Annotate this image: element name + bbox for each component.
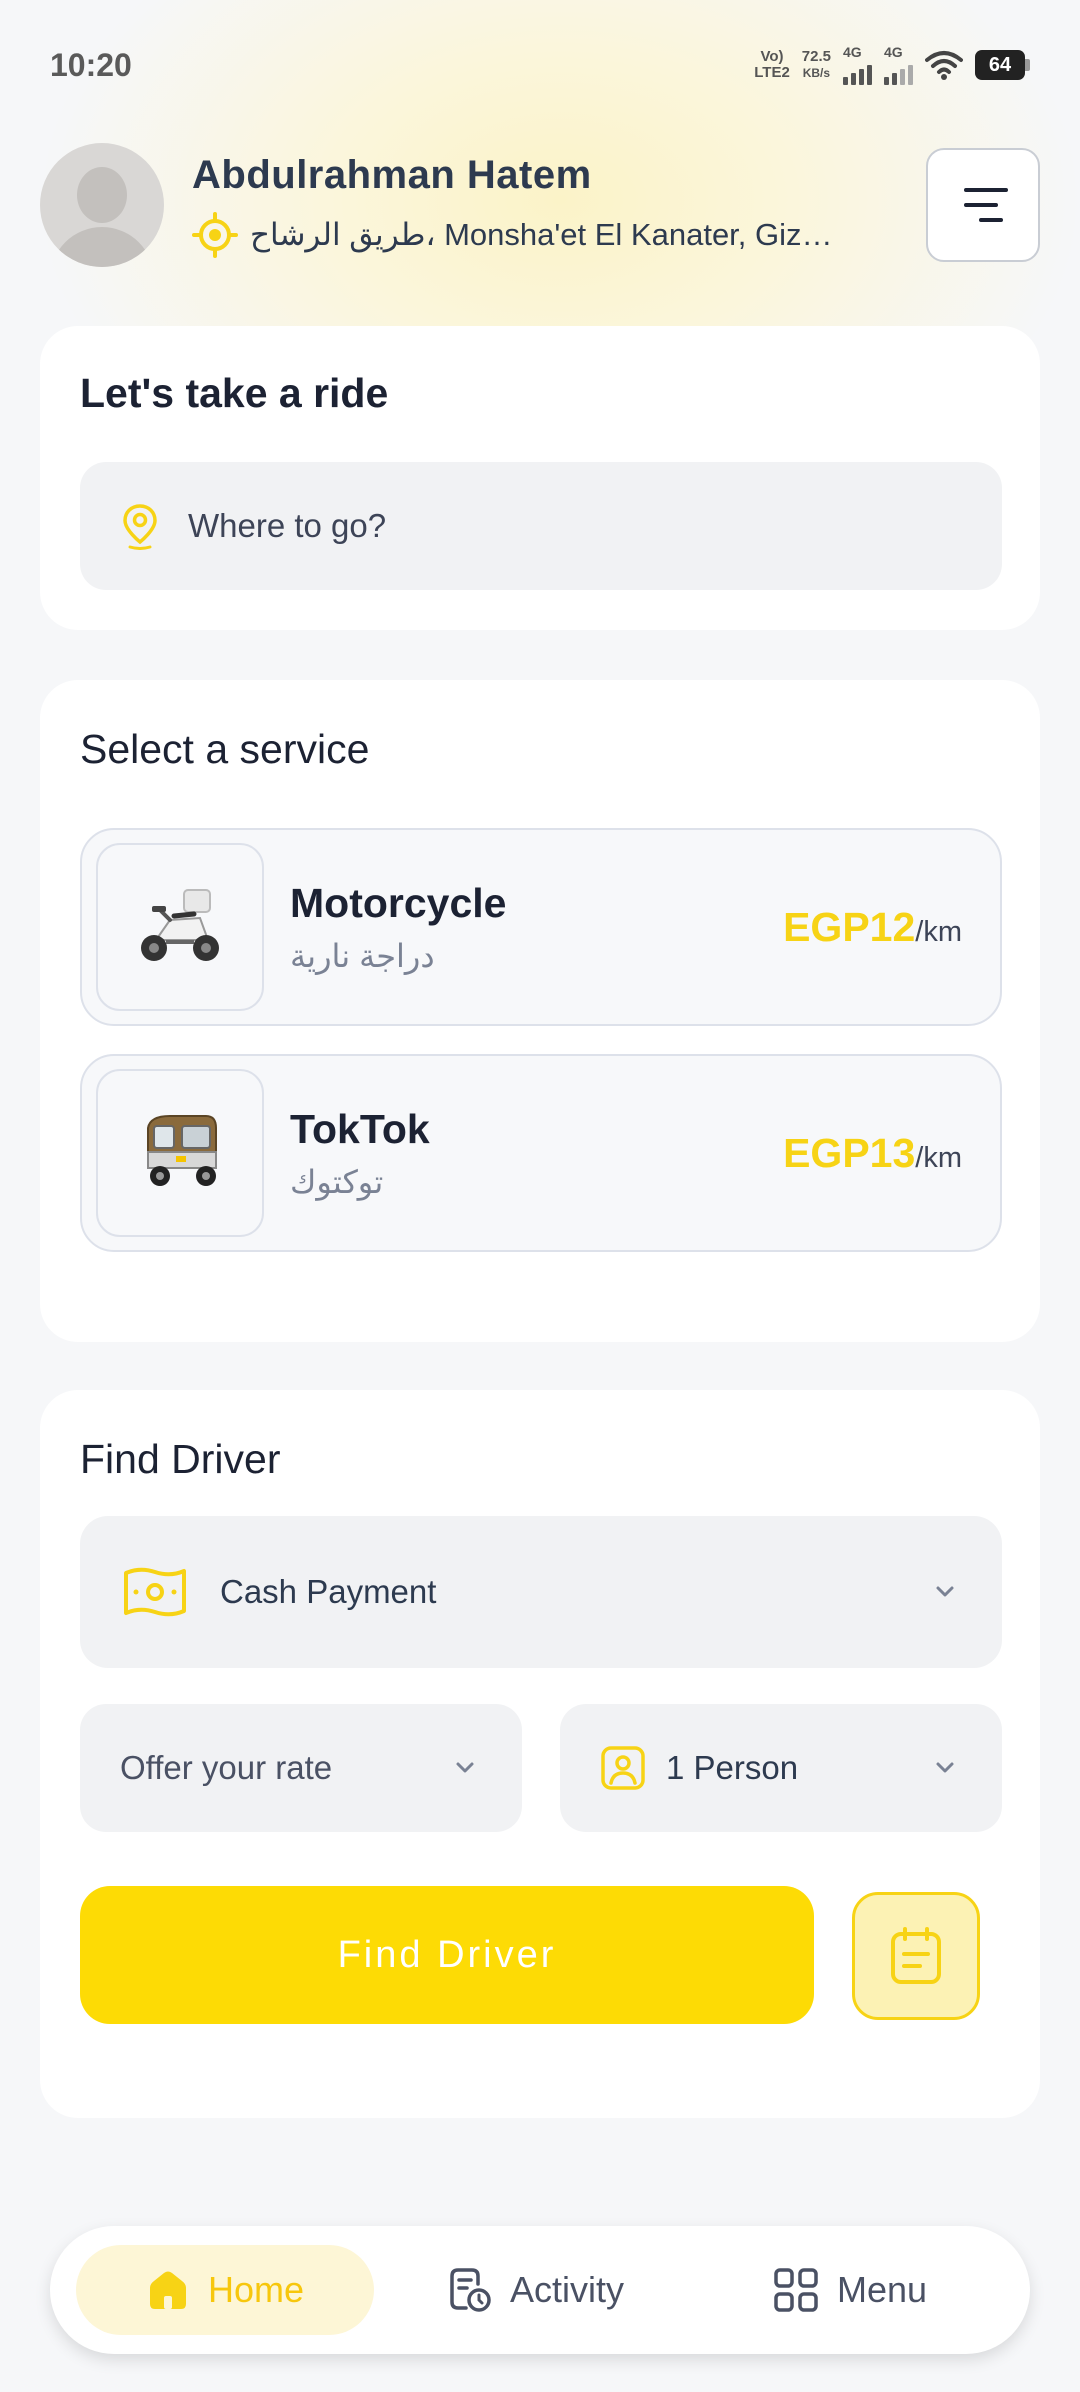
map-pin-icon	[123, 504, 157, 550]
nav-activity-label: Activity	[509, 2269, 624, 2310]
service-option-toktok[interactable]: TokTok توكتوك EGP13/km	[80, 1054, 1002, 1252]
chevron-down-icon	[456, 1762, 474, 1773]
service-price: EGP13/km	[783, 1129, 962, 1176]
chevron-down-icon	[936, 1586, 954, 1597]
nav-home-label: Home	[207, 2269, 305, 2310]
find-driver-card: Find Driver Cash Payment Offer your rate…	[40, 1390, 1040, 2118]
payment-method-label: Cash Payment	[220, 1573, 437, 1610]
status-bar: 10:20 Vo) LTE2 72.5 KB/s 4G 4G 64	[50, 40, 1030, 90]
chevron-down-icon	[936, 1762, 954, 1773]
toktok-image	[96, 1069, 264, 1237]
location-target-icon	[192, 211, 238, 258]
passenger-count-label: 1 Person	[666, 1749, 799, 1786]
bottom-navigation: Home Activity Menu	[50, 2226, 1030, 2354]
signal-2-icon: 4G	[884, 45, 913, 85]
nav-menu[interactable]: Menu	[698, 2245, 1002, 2335]
user-info: Abdulrahman Hatem طريق الرشاح، Monsha'et…	[192, 153, 926, 258]
motorcycle-image	[96, 843, 264, 1011]
service-card-title: Select a service	[80, 726, 370, 772]
service-name: Motorcycle	[290, 879, 507, 926]
menu-line-icon	[964, 188, 1008, 192]
destination-search-input[interactable]: Where to go?	[80, 462, 1002, 590]
grid-menu-icon	[774, 2268, 818, 2312]
ride-card-title: Let's take a ride	[80, 370, 389, 416]
passenger-count-select[interactable]: 1 Person	[560, 1704, 1002, 1832]
hamburger-menu-button[interactable]	[926, 148, 1040, 262]
menu-line-icon	[964, 203, 998, 207]
destination-placeholder: Where to go?	[188, 507, 387, 544]
status-time: 10:20	[50, 46, 132, 83]
volte-indicator: Vo) LTE2	[754, 48, 790, 81]
find-driver-title: Find Driver	[80, 1436, 281, 1482]
status-icons: Vo) LTE2 72.5 KB/s 4G 4G 64	[754, 45, 1030, 85]
nav-menu-label: Menu	[836, 2269, 928, 2310]
person-icon	[601, 1746, 645, 1790]
user-header: Abdulrahman Hatem طريق الرشاح، Monsha'et…	[40, 142, 1040, 268]
payment-method-select[interactable]: Cash Payment	[80, 1516, 1002, 1668]
ride-note-button[interactable]	[852, 1892, 980, 2020]
signal-1-icon: 4G	[843, 45, 872, 85]
current-location[interactable]: طريق الرشاح، Monsha'et El Kanater, Giza …	[192, 211, 926, 258]
activity-icon	[450, 2268, 491, 2312]
service-name-arabic: دراجة نارية	[290, 937, 435, 974]
service-price: EGP12/km	[783, 903, 962, 950]
avatar[interactable]	[40, 143, 164, 267]
nav-activity[interactable]: Activity	[374, 2245, 698, 2335]
service-name-arabic: توكتوك	[290, 1163, 384, 1200]
location-text: طريق الرشاح، Monsha'et El Kanater, Giza …	[250, 216, 840, 252]
offer-rate-label: Offer your rate	[120, 1749, 333, 1786]
tuktuk-icon	[147, 1115, 217, 1186]
find-driver-button[interactable]: Find Driver	[80, 1886, 814, 2024]
battery-icon: 64	[975, 50, 1030, 80]
wifi-icon	[925, 51, 963, 80]
user-name: Abdulrahman Hatem	[192, 152, 592, 197]
service-card: Select a service Motorcycle دراجة نارية …	[40, 680, 1040, 1342]
home-icon	[149, 2271, 186, 2309]
offer-rate-select[interactable]: Offer your rate	[80, 1704, 522, 1832]
nav-home[interactable]: Home	[76, 2245, 374, 2335]
menu-line-icon	[979, 218, 1003, 222]
service-option-motorcycle[interactable]: Motorcycle دراجة نارية EGP12/km	[80, 828, 1002, 1026]
network-speed: 72.5 KB/s	[801, 48, 831, 81]
notepad-icon	[891, 1927, 941, 1984]
motorcycle-icon	[141, 889, 219, 961]
service-name: TokTok	[290, 1105, 430, 1152]
cash-icon	[124, 1567, 186, 1617]
ride-card: Let's take a ride Where to go?	[40, 326, 1040, 630]
